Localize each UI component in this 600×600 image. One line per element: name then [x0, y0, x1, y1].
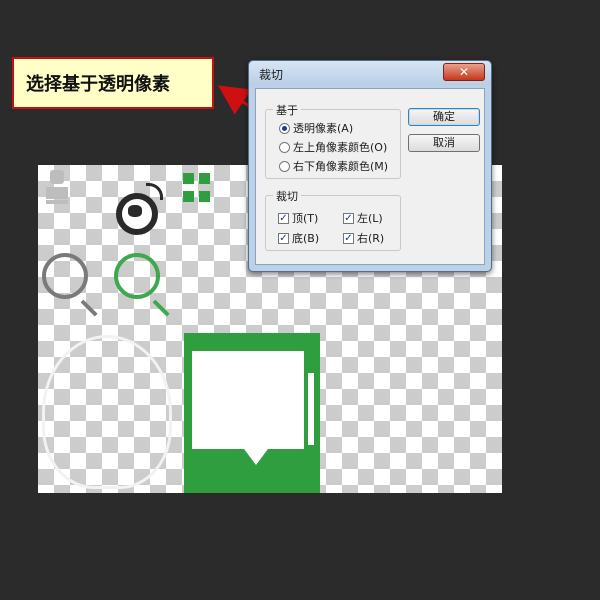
camera-icon	[112, 183, 163, 235]
radio-top-left-color[interactable]: 左上角像素颜色(O)	[279, 139, 387, 155]
dialog-body: 基于 透明像素(A) 左上角像素颜色(O) 右下角像素颜色(M) 裁切 ✓ 顶(…	[255, 88, 485, 265]
trim-away-group: 裁切 ✓ 顶(T) ✓ 左(L) ✓ 底(B) ✓ 右(R)	[265, 188, 401, 251]
radio-bottom-right-color[interactable]: 右下角像素颜色(M)	[279, 158, 388, 174]
check-label: 左(L)	[357, 212, 383, 225]
bubble-outline-icon	[42, 335, 172, 489]
check-label: 顶(T)	[292, 212, 319, 225]
search-gray-icon	[42, 253, 100, 317]
radio-label: 左上角像素颜色(O)	[293, 141, 388, 154]
based-on-title: 基于	[273, 102, 301, 118]
ok-button[interactable]: 确定	[408, 108, 480, 126]
radio-transparent-pixels[interactable]: 透明像素(A)	[279, 120, 353, 136]
radio-label: 透明像素(A)	[293, 122, 354, 135]
grid-icon	[183, 173, 213, 205]
chat-bubble-icon	[184, 333, 320, 493]
radio-button-icon[interactable]	[279, 141, 290, 153]
checkbox-icon[interactable]: ✓	[343, 212, 354, 224]
checkbox-icon[interactable]: ✓	[278, 212, 289, 224]
radio-button-icon[interactable]	[279, 160, 290, 172]
radio-label: 右下角像素颜色(M)	[293, 160, 389, 173]
check-label: 底(B)	[292, 232, 320, 245]
annotation-text: 选择基于透明像素	[26, 74, 170, 95]
annotation-callout: 选择基于透明像素	[12, 57, 214, 109]
cancel-button[interactable]: 取消	[408, 134, 480, 152]
checkbox-icon[interactable]: ✓	[278, 232, 289, 244]
check-label: 右(R)	[357, 232, 385, 245]
close-button[interactable]: ✕	[443, 63, 485, 81]
check-top[interactable]: ✓ 顶(T)	[278, 210, 318, 226]
check-right[interactable]: ✓ 右(R)	[343, 230, 384, 246]
trim-dialog: 裁切 ✕ 基于 透明像素(A) 左上角像素颜色(O) 右下角像素颜色(M) 裁切…	[248, 60, 492, 272]
dialog-titlebar[interactable]: 裁切 ✕	[249, 61, 491, 85]
check-bottom[interactable]: ✓ 底(B)	[278, 230, 319, 246]
radio-button-icon[interactable]	[279, 122, 290, 134]
search-green-icon	[114, 253, 172, 317]
dialog-title: 裁切	[259, 68, 284, 82]
user-icon	[46, 170, 68, 204]
based-on-group: 基于 透明像素(A) 左上角像素颜色(O) 右下角像素颜色(M)	[265, 102, 401, 179]
checkbox-icon[interactable]: ✓	[343, 232, 354, 244]
trim-away-title: 裁切	[273, 188, 301, 204]
check-left[interactable]: ✓ 左(L)	[343, 210, 383, 226]
